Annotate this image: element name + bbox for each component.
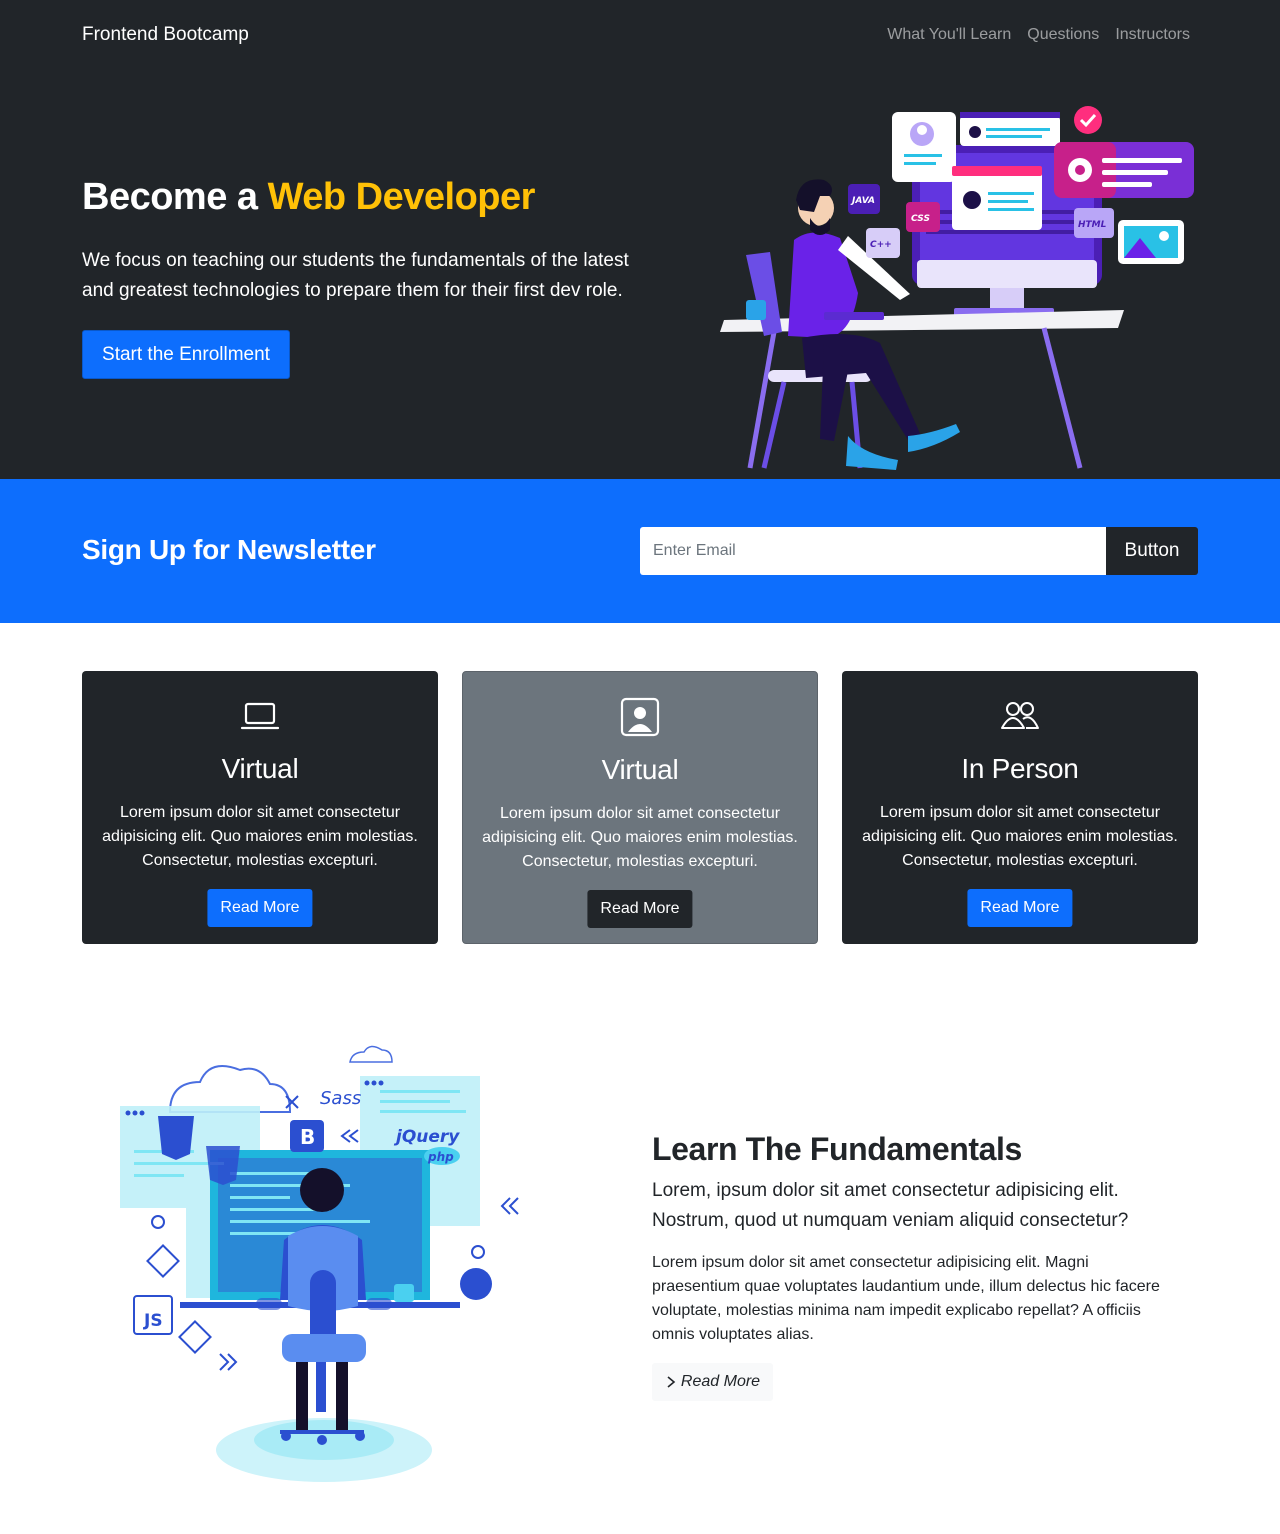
html-badge-label: HTML: [1078, 220, 1107, 230]
learn-text: Lorem ipsum dolor sit amet consectetur a…: [652, 1254, 1160, 1343]
laptop-icon: [240, 702, 280, 730]
bootstrap-label: B: [300, 1125, 315, 1149]
css-badge-label: CSS: [911, 214, 930, 224]
read-more-button[interactable]: Read More: [587, 890, 693, 928]
nav-links: What You'll Learn Questions Instructors: [887, 26, 1190, 44]
learn-read-more-button[interactable]: Read More: [652, 1363, 773, 1401]
learn-read-more-label: Read More: [680, 1373, 761, 1390]
card-title: Virtual: [601, 754, 679, 785]
sass-label: Sass: [320, 1088, 361, 1109]
card-text: Lorem ipsum dolor sit amet consectetur a…: [862, 804, 1178, 869]
brand-logo[interactable]: Frontend Bootcamp: [82, 24, 249, 46]
java-badge-label: JAVA: [850, 196, 875, 206]
jquery-label: jQuery: [393, 1127, 460, 1147]
card-text: Lorem ipsum dolor sit amet consectetur a…: [482, 805, 798, 870]
js-label: JS: [143, 1311, 163, 1331]
card-text: Lorem ipsum dolor sit amet consectetur a…: [102, 804, 418, 869]
email-input[interactable]: Enter Email: [640, 527, 1107, 575]
read-more-button[interactable]: Read More: [207, 889, 313, 927]
card-title: Virtual: [221, 753, 299, 784]
nav-link-questions[interactable]: Questions: [1027, 26, 1099, 44]
people-icon: [1001, 702, 1039, 729]
hero-title-prefix: Become a: [82, 176, 268, 218]
card-virtual-1: Virtual Lorem ipsum dolor sit amet conse…: [82, 671, 438, 944]
newsletter-submit-button[interactable]: Button: [1106, 527, 1198, 575]
hero-lead: We focus on teaching our students the fu…: [82, 250, 629, 301]
hero-title-accent: Web Developer: [267, 176, 536, 218]
person-square-icon: [620, 697, 660, 737]
read-more-button[interactable]: Read More: [967, 889, 1073, 927]
learn-title: Learn The Fundamentals: [652, 1131, 1022, 1167]
nav-link-learn[interactable]: What You'll Learn: [887, 26, 1011, 44]
learn-illustration: B Sass jQuery php JS: [120, 1045, 519, 1482]
hero-title: Become a Web Developer: [82, 176, 535, 219]
hero-section: Become a Web Developer We focus on teach…: [0, 72, 1280, 479]
card-in-person: In Person Lorem ipsum dolor sit amet con…: [842, 671, 1198, 944]
newsletter-title: Sign Up for Newsletter: [82, 534, 376, 565]
learn-lead: Lorem, ipsum dolor sit amet consectetur …: [652, 1180, 1129, 1231]
start-enrollment-button[interactable]: Start the Enrollment: [82, 330, 290, 379]
hero-illustration: JAVA CSS C++ HTML: [720, 106, 1194, 470]
chevron-right-icon: [667, 1376, 676, 1388]
card-title: In Person: [961, 753, 1079, 784]
card-virtual-2: Virtual Lorem ipsum dolor sit amet conse…: [462, 671, 818, 944]
navbar: Frontend Bootcamp What You'll Learn Ques…: [0, 0, 1280, 72]
php-label: php: [427, 1150, 454, 1164]
cpp-badge-label: C++: [870, 240, 892, 250]
newsletter-section: Sign Up for Newsletter Enter Email Butto…: [0, 479, 1280, 623]
nav-link-instructors[interactable]: Instructors: [1115, 26, 1190, 44]
